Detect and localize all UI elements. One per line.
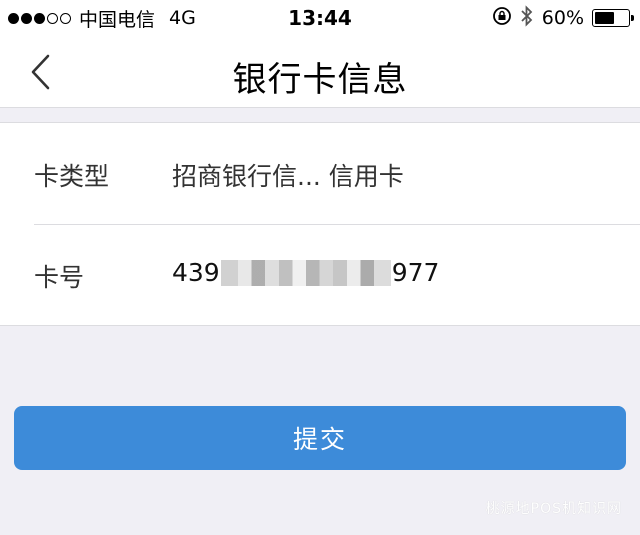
bluetooth-icon: [520, 4, 534, 32]
card-type-row: 卡类型 招商银行信... 信用卡: [0, 123, 640, 224]
battery-cap: [631, 15, 634, 21]
card-number-mask: [220, 259, 391, 286]
watermark: 桃源地POS机知识网: [485, 501, 622, 517]
status-bar: 中国电信 4G 13:44 60%: [0, 0, 640, 36]
card-number-row: 卡号 439 977: [0, 224, 640, 325]
card-type-value: 招商银行信... 信用卡: [172, 162, 404, 191]
card-type-label: 卡类型: [34, 162, 110, 191]
battery-icon: [592, 9, 634, 27]
submit-button[interactable]: 提交: [14, 406, 626, 470]
orientation-lock-icon: [492, 6, 512, 31]
nav-bar: 银行卡信息: [0, 36, 640, 108]
battery-fill: [595, 12, 615, 24]
page-title: 银行卡信息: [232, 60, 408, 100]
card-number-value: 439 977: [172, 258, 439, 287]
card-number-suffix: 977: [391, 258, 440, 287]
card-number-label: 卡号: [34, 263, 85, 292]
battery-percent: 60%: [541, 7, 584, 29]
card-info-section: 卡类型 招商银行信... 信用卡 卡号 439 977: [0, 122, 640, 326]
status-right: 60%: [492, 4, 634, 32]
card-number-prefix: 439: [172, 258, 220, 287]
